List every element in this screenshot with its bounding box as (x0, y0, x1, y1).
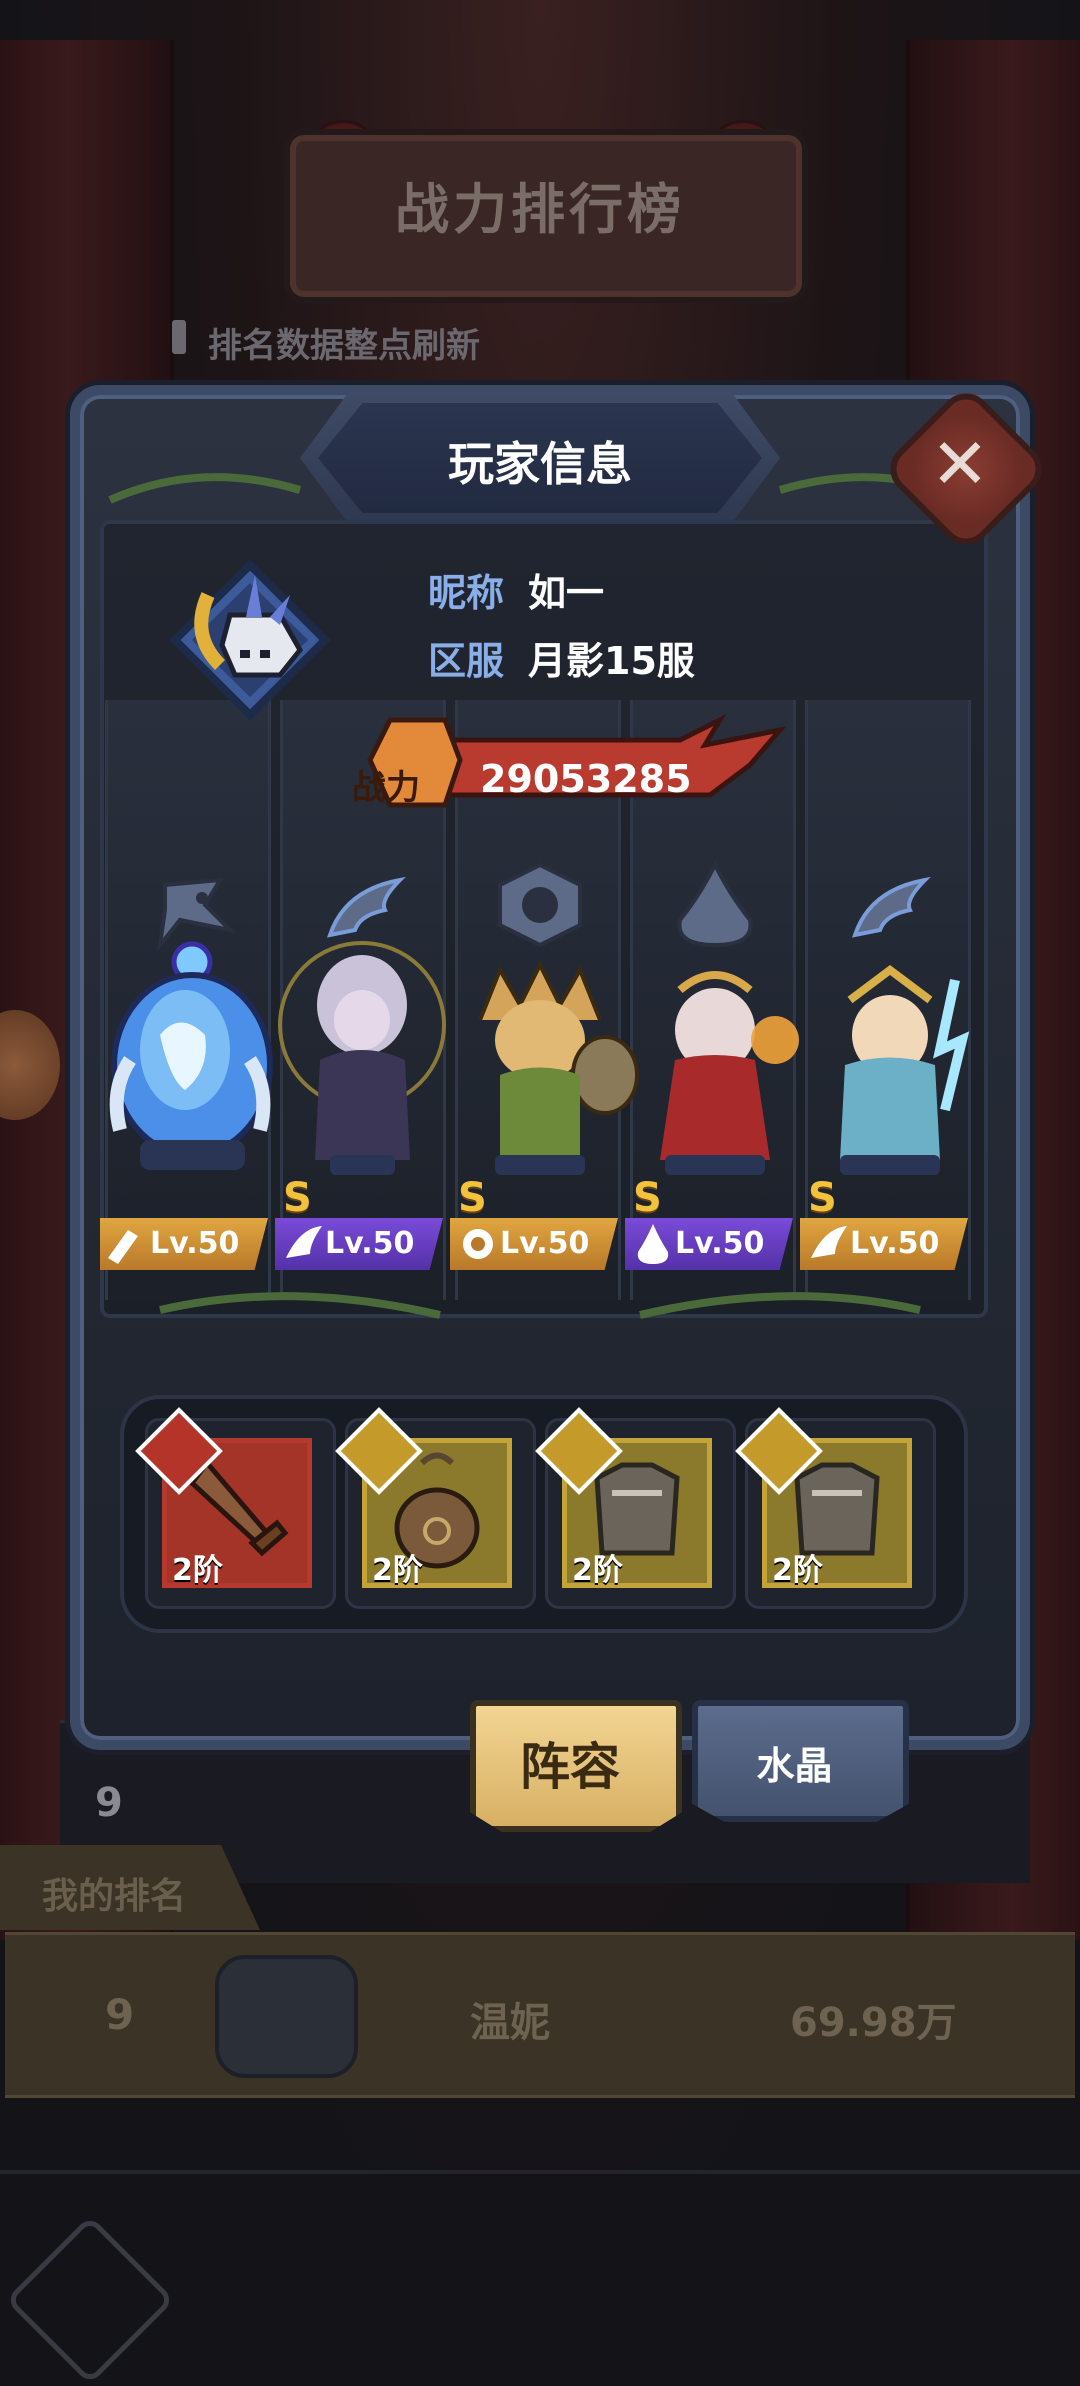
hero-1-role-icon (100, 1218, 146, 1270)
my-rank-avatar (215, 1955, 358, 2078)
vine-decoration (159, 1292, 921, 1319)
hero-5-sprite[interactable] (790, 960, 990, 1180)
hero-2-sprite[interactable] (270, 930, 455, 1180)
modal-title: 玩家信息 (448, 437, 632, 491)
hero-2-level: Lv.50 (325, 1226, 415, 1261)
leaderboard-title: 战力排行榜 (395, 178, 685, 241)
hero-1-level: Lv.50 (150, 1226, 240, 1261)
hero-3-level: Lv.50 (500, 1226, 590, 1261)
my-rank-label: 我的排名 (42, 1876, 187, 1917)
hero-4-role-icon (630, 1218, 676, 1270)
hero-5-grade: S (808, 1175, 837, 1221)
nickname-label: 昵称 (428, 571, 505, 615)
my-rank-power: 69.98万 (790, 2000, 957, 2046)
hero-1-sprite[interactable] (100, 940, 280, 1180)
hero-3-class-icon (460, 850, 620, 960)
player-avatar[interactable] (160, 555, 340, 725)
hero-3-role-icon (455, 1218, 501, 1270)
tab-crystal-label: 水晶 (756, 1744, 833, 1788)
server-value: 月影15服 (528, 639, 695, 683)
leaderboard-row-rank: 9 (95, 1780, 123, 1826)
hero-2-role-icon (280, 1218, 326, 1270)
hero-4-class-icon (635, 850, 795, 960)
hero-5-role-icon (805, 1218, 851, 1270)
combat-power-label: 战力 (352, 768, 420, 808)
nickname-value: 如一 (528, 571, 605, 615)
notice-icon (172, 320, 186, 354)
hero-4-sprite[interactable] (620, 960, 810, 1180)
my-rank-name: 温妮 (470, 2000, 550, 2046)
equipment-4-tier: 2阶 (772, 1553, 823, 1588)
hero-5-class-icon (810, 850, 970, 960)
hero-3-grade: S (458, 1175, 487, 1221)
bottom-bar (0, 2170, 1080, 2386)
hero-2-grade: S (283, 1175, 312, 1221)
close-icon: ✕ (930, 423, 990, 505)
hero-5-level: Lv.50 (850, 1226, 940, 1261)
refresh-notice: 排名数据整点刷新 (208, 326, 480, 366)
equipment-3-tier: 2阶 (572, 1553, 623, 1588)
hero-4-grade: S (633, 1175, 662, 1221)
server-label: 区服 (428, 639, 505, 683)
tab-lineup-label: 阵容 (520, 1738, 620, 1796)
hero-3-sprite[interactable] (440, 960, 640, 1180)
hero-4-level: Lv.50 (675, 1226, 765, 1261)
my-rank-number: 9 (105, 1990, 135, 2039)
equipment-1-tier: 2阶 (172, 1553, 223, 1588)
combat-power-value: 29053285 (480, 757, 692, 801)
equipment-2-tier: 2阶 (372, 1553, 423, 1588)
